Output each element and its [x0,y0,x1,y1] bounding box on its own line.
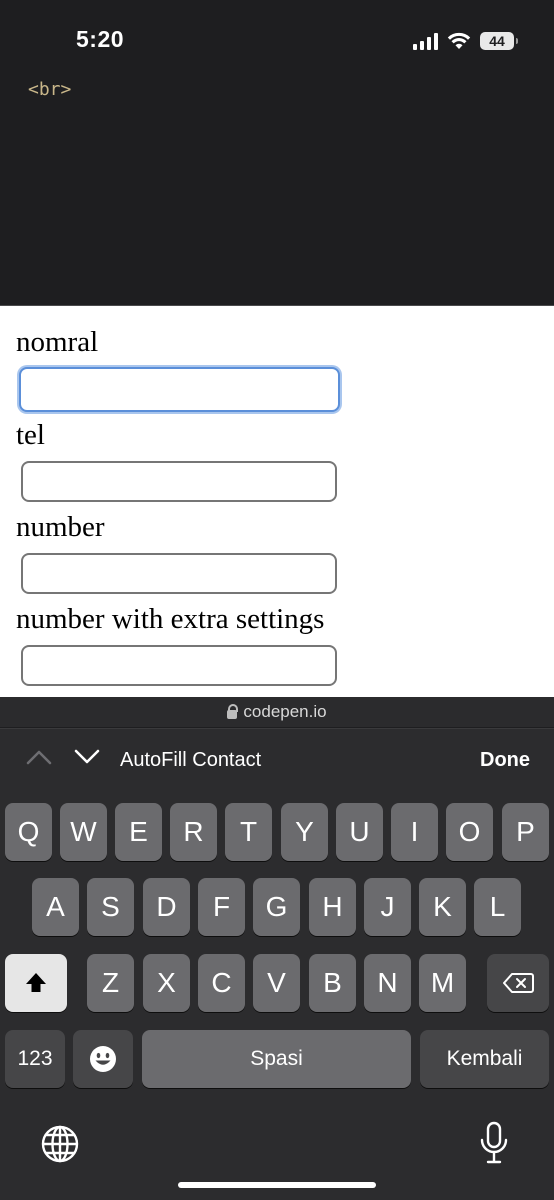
key-n[interactable]: N [364,954,411,1012]
key-s[interactable]: S [87,878,134,936]
key-d[interactable]: D [143,878,190,936]
delete-key[interactable] [487,954,549,1012]
key-a[interactable]: A [32,878,79,936]
home-indicator [178,1182,376,1188]
key-e[interactable]: E [115,803,162,861]
normal-input[interactable] [19,367,340,412]
field-label-tel: tel [16,419,45,451]
key-k[interactable]: K [419,878,466,936]
url-domain: codepen.io [243,702,327,721]
url-bar[interactable]: codepen.io [0,697,554,727]
number-extra-input[interactable] [21,645,337,686]
key-i[interactable]: I [391,803,438,861]
emoji-icon [90,1046,116,1072]
key-x[interactable]: X [143,954,190,1012]
chevron-up-icon[interactable] [26,749,52,765]
key-g[interactable]: G [253,878,300,936]
field-label-number-extra: number with extra settings [16,603,325,635]
key-v[interactable]: V [253,954,300,1012]
microphone-icon[interactable] [479,1121,509,1165]
code-editor-area: 5:20 44 <br> [0,0,554,305]
keyboard: Q W E R T Y U I O P A S D F G H J K L Z … [0,792,554,1200]
field-label-normal: nomral [16,326,99,358]
key-u[interactable]: U [336,803,383,861]
numbers-key[interactable]: 123 [5,1030,65,1088]
done-button[interactable]: Done [480,749,530,772]
battery-icon: 44 [480,32,518,50]
key-t[interactable]: T [225,803,272,861]
page-preview: nomral tel number number with extra sett… [0,305,554,698]
key-j[interactable]: J [364,878,411,936]
keyboard-accessory-bar: AutoFill Contact Done [0,728,554,793]
autofill-contact-button[interactable]: AutoFill Contact [120,749,261,772]
key-l[interactable]: L [474,878,521,936]
wifi-icon [447,32,471,49]
key-b[interactable]: B [309,954,356,1012]
chevron-down-icon[interactable] [74,749,100,765]
emoji-key[interactable] [73,1030,133,1088]
tel-input[interactable] [21,461,337,502]
shift-icon [26,973,46,992]
cellular-signal-icon [413,32,438,50]
key-r[interactable]: R [170,803,217,861]
key-c[interactable]: C [198,954,245,1012]
shift-key[interactable] [5,954,67,1012]
number-input[interactable] [21,553,337,594]
key-o[interactable]: O [446,803,493,861]
status-time: 5:20 [76,26,125,52]
key-p[interactable]: P [502,803,549,861]
return-key[interactable]: Kembali [420,1030,549,1088]
key-f[interactable]: F [198,878,245,936]
key-h[interactable]: H [309,878,356,936]
status-icons: 44 [413,30,518,52]
key-w[interactable]: W [60,803,107,861]
space-key[interactable]: Spasi [142,1030,411,1088]
lock-icon [227,703,239,719]
key-z[interactable]: Z [87,954,134,1012]
key-q[interactable]: Q [5,803,52,861]
field-label-number: number [16,511,105,543]
key-y[interactable]: Y [281,803,328,861]
code-line: <br> [28,79,72,100]
key-m[interactable]: M [419,954,466,1012]
globe-icon[interactable] [40,1124,80,1164]
backspace-icon [503,973,534,993]
